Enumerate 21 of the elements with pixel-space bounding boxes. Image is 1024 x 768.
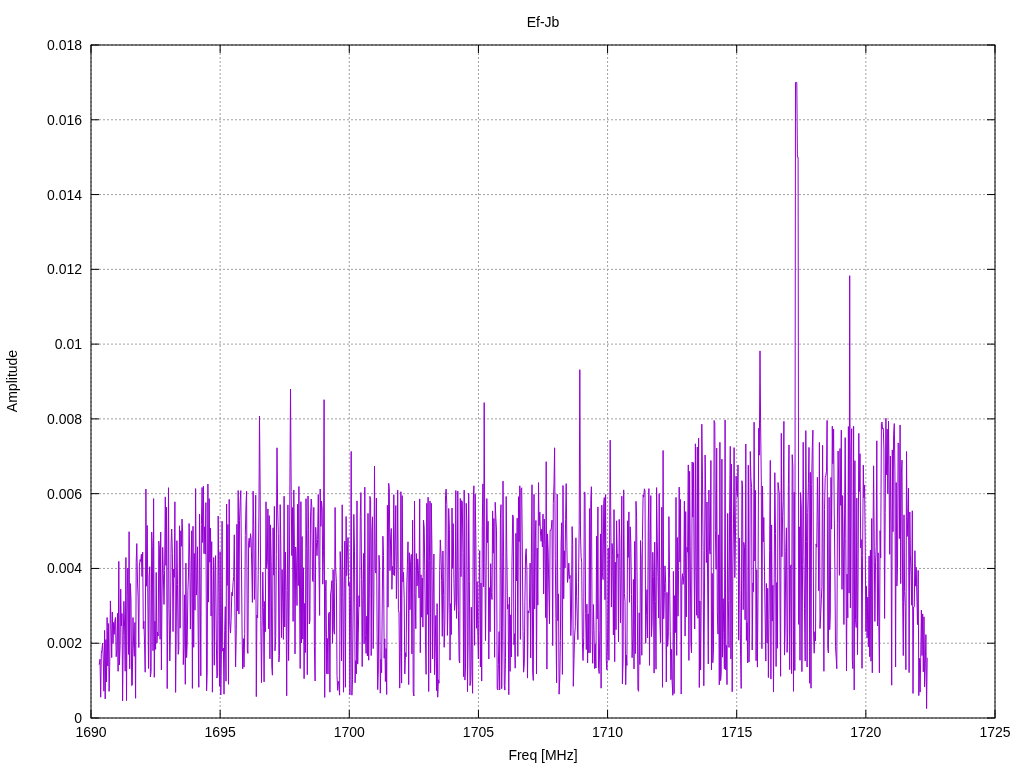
tick-label: 1725: [979, 724, 1011, 740]
tick-label: 0.002: [46, 635, 82, 652]
x-axis-title: Freq [MHz]: [508, 747, 578, 763]
tick-label: 1690: [75, 724, 107, 740]
tick-label: 0.004: [46, 560, 82, 577]
tick-label: 0.01: [54, 336, 82, 353]
tick-label: 1710: [592, 724, 624, 740]
tick-label: 0.012: [46, 261, 82, 278]
tick-label: 1700: [333, 724, 365, 740]
tick-label: 0: [74, 710, 82, 726]
tick-label: 1695: [204, 724, 236, 740]
tick-label: 1720: [850, 724, 882, 740]
y-axis-title: Amplitude: [4, 349, 20, 413]
tick-label: 0.016: [46, 111, 82, 128]
tick-label: 0.018: [46, 37, 82, 53]
tick-label: 0.008: [46, 410, 82, 427]
tick-label: 0.014: [46, 186, 82, 203]
chart-title: Ef-Jb: [526, 14, 560, 30]
tick-label: 1715: [721, 724, 753, 740]
tick-label: 0.006: [46, 485, 82, 502]
tick-label: 1705: [462, 724, 494, 740]
